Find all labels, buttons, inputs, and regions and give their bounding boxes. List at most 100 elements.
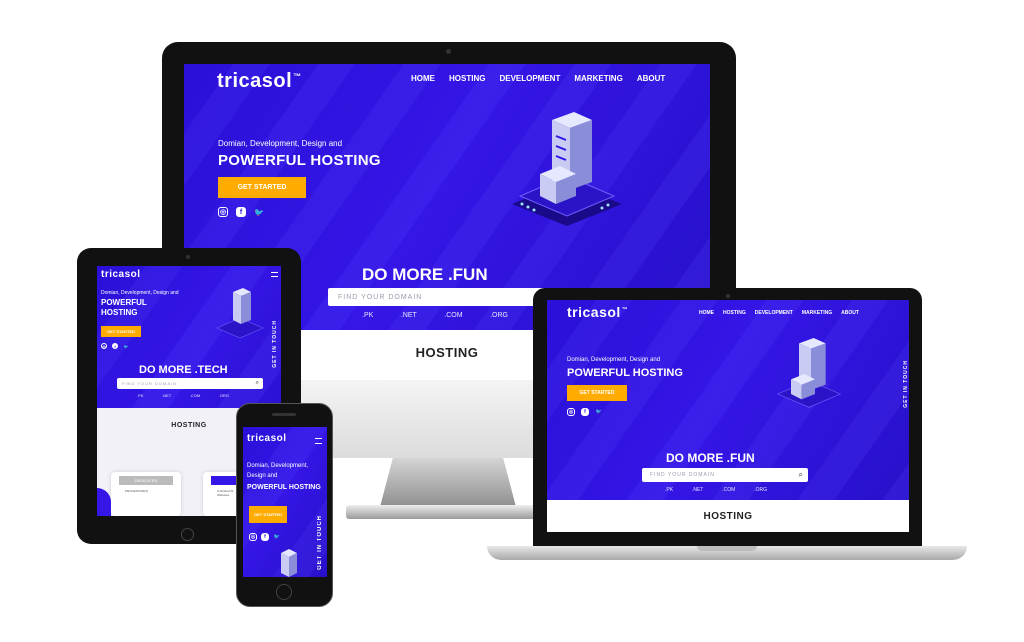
hamburger-menu-icon[interactable] <box>315 438 322 444</box>
domain-search-input[interactable]: FIND YOUR DOMAIN ⌕ <box>117 378 263 389</box>
trademark: ™ <box>621 307 628 314</box>
hero-subtitle: Domian, Development, Design and <box>101 290 179 296</box>
instagram-icon[interactable]: ◎ <box>218 207 228 217</box>
laptop-screen: tricasol™ HOME HOSTING DEVELOPMENT MARKE… <box>547 300 909 532</box>
twitter-icon[interactable]: 🐦 <box>254 207 264 217</box>
nav-home[interactable]: HOME <box>699 310 714 316</box>
plan-feature: PROCESSOR(S) <box>125 489 149 493</box>
domain-heading: DO MORE .FUN <box>362 265 488 284</box>
twitter-icon[interactable]: 🐦 <box>123 343 129 349</box>
monitor-camera <box>446 49 451 54</box>
nav-hosting[interactable]: HOSTING <box>449 74 485 83</box>
tld-item[interactable]: .COM <box>190 393 200 398</box>
get-in-touch-tab[interactable]: GET IN TOUCH <box>272 320 278 368</box>
nav-marketing[interactable]: MARKETING <box>802 310 832 316</box>
hamburger-menu-icon[interactable] <box>271 272 278 277</box>
nav-marketing[interactable]: MARKETING <box>574 74 622 83</box>
brand-logo[interactable]: tricasol™ <box>217 70 302 93</box>
instagram-icon[interactable]: ◎ <box>249 533 257 541</box>
search-icon[interactable]: ⌕ <box>799 470 803 480</box>
domain-search-input[interactable]: FIND YOUR DOMAIN ⌕ <box>642 468 808 482</box>
nav-about[interactable]: ABOUT <box>841 310 859 316</box>
tld-item[interactable]: .NET <box>692 487 703 493</box>
instagram-icon[interactable]: ◎ <box>101 343 107 349</box>
nav-about[interactable]: ABOUT <box>637 74 665 83</box>
social-links: ◎ f 🐦 <box>249 533 281 541</box>
social-links: ◎ f 🐦 <box>218 207 264 217</box>
brand-logo[interactable]: tricasol <box>247 433 287 444</box>
main-nav: HOME HOSTING DEVELOPMENT MARKETING ABOUT <box>699 310 859 316</box>
tld-item[interactable]: .COM <box>722 487 735 493</box>
device-mockup-stage: tricasol™ HOME HOSTING DEVELOPMENT MARKE… <box>0 0 1024 642</box>
facebook-icon[interactable]: f <box>236 207 246 217</box>
tld-item[interactable]: .NET <box>162 393 171 398</box>
twitter-icon[interactable]: 🐦 <box>273 533 281 541</box>
tld-item[interactable]: .ORG <box>754 487 767 493</box>
phone-home-button[interactable] <box>276 584 292 600</box>
logo-text: tricasol <box>217 70 293 92</box>
tld-item[interactable]: .PK <box>362 312 373 319</box>
plan-card-dedicated[interactable]: DEDICATED PROCESSOR(S) <box>111 472 181 516</box>
get-started-button[interactable]: GET STARTED <box>567 385 627 401</box>
tld-item[interactable]: .COM <box>444 312 462 319</box>
hero-title: POWERFUL HOSTING <box>567 367 683 379</box>
tld-list: .PK .NET .COM .ORG <box>665 487 767 493</box>
search-placeholder: FIND YOUR DOMAIN <box>650 472 715 478</box>
hero-subtitle: Domian, Development, Design and <box>567 357 661 363</box>
tld-item[interactable]: .PK <box>137 393 143 398</box>
domain-heading: DO MORE .TECH <box>139 364 228 376</box>
server-illustration <box>512 112 622 226</box>
hosting-heading: HOSTING <box>703 511 753 522</box>
tld-list: .PK .NET .COM .ORG <box>362 312 508 319</box>
get-started-button[interactable]: GET STARTED <box>249 506 287 523</box>
logo-text: tricasol <box>101 269 141 280</box>
monitor-stand <box>380 455 516 507</box>
facebook-icon[interactable]: f <box>581 408 589 416</box>
get-in-touch-tab[interactable]: GET IN TOUCH <box>903 360 909 408</box>
phone-screen: tricasol Domian, Development, Design and… <box>243 427 327 577</box>
phone-speaker <box>272 413 296 416</box>
laptop-notch <box>697 546 757 551</box>
hero-title: POWERFUL HOSTING <box>218 152 381 169</box>
trademark: ™ <box>293 72 302 82</box>
search-placeholder: FIND YOUR DOMAIN <box>122 381 178 386</box>
search-placeholder: FIND YOUR DOMAIN <box>338 293 423 301</box>
tablet-home-button[interactable] <box>181 528 194 541</box>
tablet-camera <box>186 255 190 259</box>
brand-logo[interactable]: tricasol <box>101 269 141 280</box>
nav-development[interactable]: DEVELOPMENT <box>499 74 560 83</box>
get-started-button[interactable]: GET STARTED <box>218 177 306 198</box>
nav-development[interactable]: DEVELOPMENT <box>755 310 793 316</box>
facebook-icon[interactable]: f <box>112 343 118 349</box>
server-illustration <box>281 549 297 577</box>
search-icon[interactable]: ⌕ <box>256 380 259 387</box>
logo-text: tricasol <box>567 304 621 320</box>
main-nav: HOME HOSTING DEVELOPMENT MARKETING ABOUT <box>411 74 665 83</box>
get-in-touch-tab[interactable]: GET IN TOUCH <box>317 515 323 570</box>
tld-list: .PK .NET .COM .ORG <box>137 393 229 398</box>
facebook-icon[interactable]: f <box>261 533 269 541</box>
monitor-base <box>346 505 556 519</box>
instagram-icon[interactable]: ◎ <box>567 408 575 416</box>
tld-item[interactable]: .NET <box>401 312 417 319</box>
tld-item[interactable]: .ORG <box>219 393 229 398</box>
hero-title-line1: POWERFUL <box>101 298 147 307</box>
server-illustration <box>776 338 842 408</box>
nav-home[interactable]: HOME <box>411 74 435 83</box>
twitter-icon[interactable]: 🐦 <box>595 408 603 416</box>
get-started-button[interactable]: GET STARTED <box>101 326 141 337</box>
logo-text: tricasol <box>247 433 287 444</box>
domain-search-input[interactable]: FIND YOUR DOMAIN <box>328 288 568 306</box>
tld-item[interactable]: .PK <box>665 487 673 493</box>
nav-hosting[interactable]: HOSTING <box>723 310 746 316</box>
plan-title: DEDICATED <box>119 476 173 485</box>
hero-subtitle: Domian, Development, Design and <box>247 463 309 479</box>
tld-item[interactable]: .ORG <box>490 312 508 319</box>
brand-logo[interactable]: tricasol™ <box>567 304 628 320</box>
domain-heading: DO MORE .FUN <box>666 451 755 465</box>
server-illustration <box>216 288 264 339</box>
hero-title-line2: HOSTING <box>101 308 138 317</box>
hero-title: POWERFUL HOSTING <box>247 484 321 491</box>
laptop-camera <box>726 294 730 298</box>
social-links: ◎ f 🐦 <box>101 343 129 349</box>
